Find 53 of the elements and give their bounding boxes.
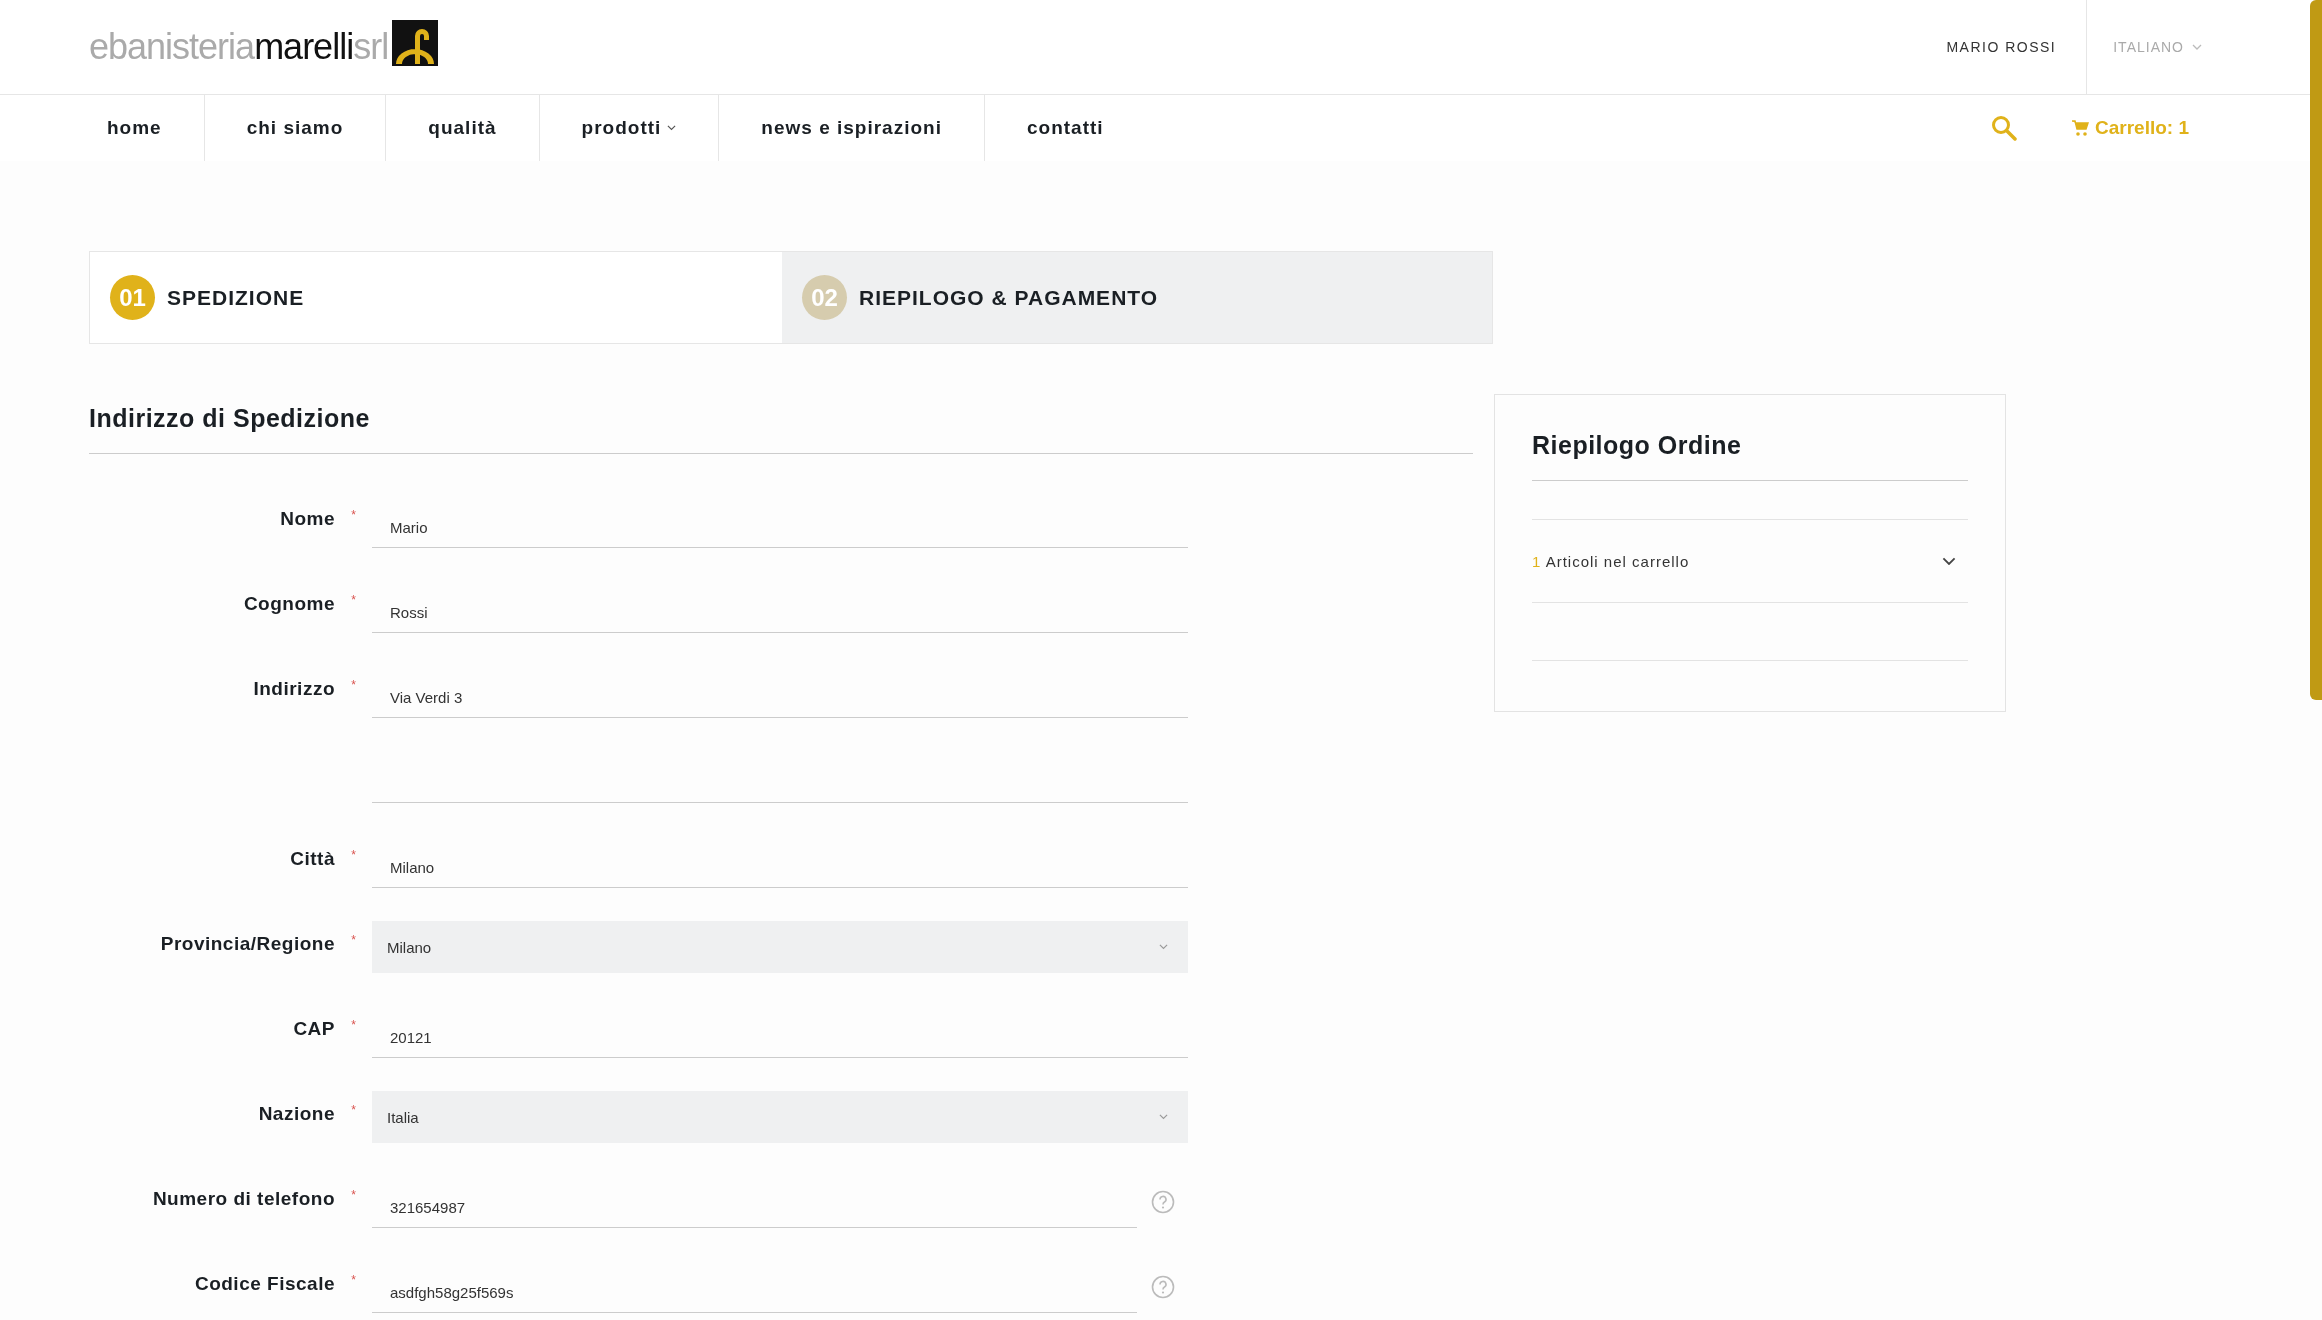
field-label: Città: [289, 847, 335, 870]
nav-item[interactable]: qualità: [385, 95, 539, 161]
required-mark: *: [350, 507, 357, 522]
chevron-icon: [1159, 944, 1168, 950]
nav-item[interactable]: chi siamo: [203, 95, 386, 161]
field-label: Codice Fiscale: [193, 1272, 335, 1295]
section-title: Indirizzo di Spedizione: [89, 394, 1473, 454]
cart-icon: [2071, 119, 2089, 137]
required-mark: *: [350, 847, 357, 862]
scrollbar[interactable]: [2310, 0, 2322, 700]
caret-icon: [667, 125, 677, 131]
caret-icon: [2192, 44, 2202, 50]
required-mark: *: [350, 1102, 357, 1117]
input-field[interactable]: Via Verdi 3: [372, 666, 1188, 718]
input-field[interactable]: 321654987: [372, 1176, 1137, 1228]
field-label: Numero di telefono: [151, 1187, 335, 1210]
logo-icon: [392, 20, 439, 66]
required-mark: *: [350, 1187, 357, 1202]
step-number: 02: [802, 275, 847, 320]
input-field[interactable]: 20121: [372, 1006, 1188, 1058]
nav-item[interactable]: prodotti: [538, 95, 719, 161]
input-field[interactable]: Mario: [372, 496, 1188, 548]
field-label: Nazione: [257, 1102, 335, 1125]
logo-text[interactable]: ebanisteriamarellisrl: [89, 26, 389, 68]
input-field[interactable]: Rossi: [372, 581, 1188, 633]
step-label: RIEPILOGO & PAGAMENTO: [859, 285, 1159, 310]
nav-item[interactable]: news e ispirazioni: [718, 95, 984, 161]
input-field[interactable]: asdfgh58g25f569s: [372, 1261, 1137, 1313]
required-mark: *: [350, 592, 357, 607]
select-field[interactable]: Milano: [372, 921, 1188, 973]
input-field[interactable]: Milano: [372, 836, 1188, 888]
help-icon[interactable]: [1151, 1275, 1175, 1299]
nav-item[interactable]: contatti: [983, 95, 1146, 161]
field-label: Provincia/Regione: [159, 932, 335, 955]
field-label: Nome: [279, 507, 335, 530]
help-icon[interactable]: [1151, 1190, 1175, 1214]
card-title: Riepilogo Ordine: [1532, 431, 1968, 481]
required-mark: *: [350, 932, 357, 947]
user-name[interactable]: MARIO ROSSI: [1946, 39, 2057, 55]
nav-item[interactable]: home: [89, 95, 204, 161]
checkout-step[interactable]: 02 RIEPILOGO & PAGAMENTO: [782, 252, 1492, 343]
chevron-icon: [1159, 1114, 1168, 1120]
field-label: Cognome: [242, 592, 335, 615]
required-mark: *: [350, 1272, 357, 1287]
required-mark: *: [350, 1017, 357, 1032]
step-label: SPEDIZIONE: [167, 285, 305, 310]
step-number: 01: [110, 275, 155, 320]
search-icon[interactable]: [1991, 115, 2017, 141]
field-label: CAP: [292, 1017, 335, 1040]
cart-items-toggle[interactable]: 1 Articoli nel carrello: [1532, 520, 1968, 603]
select-field[interactable]: Italia: [372, 1091, 1188, 1143]
field-label: Indirizzo: [252, 677, 335, 700]
required-mark: *: [350, 677, 357, 692]
